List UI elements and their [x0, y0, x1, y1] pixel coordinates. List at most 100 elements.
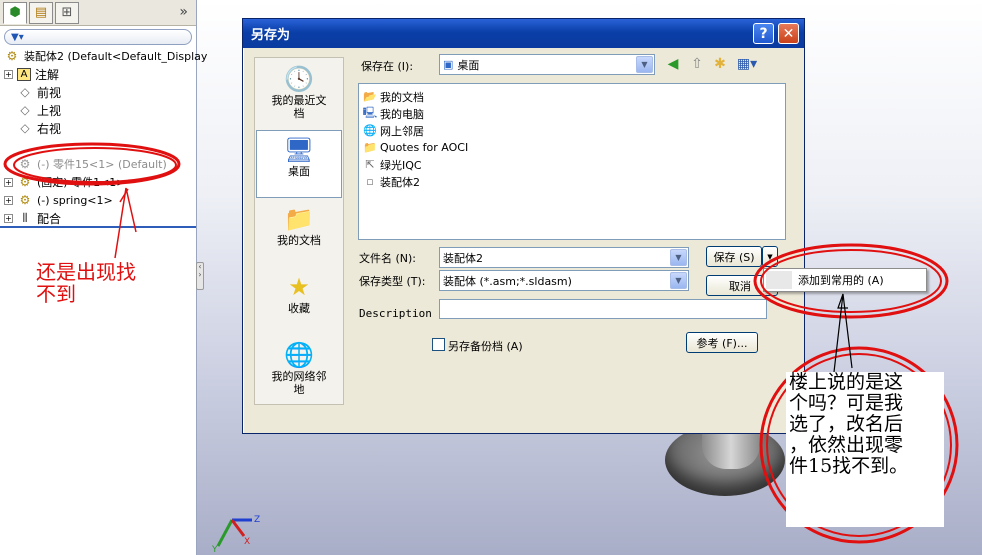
list-item[interactable]: ⇱ 绿光IQC	[362, 156, 782, 173]
tree-item-label: 上视	[37, 103, 62, 118]
rollback-bar[interactable]	[0, 226, 196, 228]
chevron-down-icon[interactable]: ▼	[670, 272, 687, 289]
tree-item-mates[interactable]: + ⫴ 配合	[4, 209, 61, 227]
place-label: 桌面	[288, 165, 310, 178]
browse-button[interactable]: 参考 (F)...	[686, 332, 758, 353]
panel-collapse-grip[interactable]: ‹ ›	[196, 262, 204, 290]
part-icon: ⚙	[19, 175, 31, 189]
svg-text:X: X	[244, 537, 250, 547]
place-recent-documents[interactable]: 🕓 我的最近文档	[256, 64, 342, 126]
tree-item-spring[interactable]: + ⚙ (-) spring<1>	[4, 191, 113, 209]
file-list[interactable]: 📂 我的文档 🖳 我的电脑 🌐 网上邻居 📁 Quotes for AOCI ⇱…	[358, 83, 786, 240]
expand-plus-icon[interactable]: +	[4, 195, 13, 205]
filetype-select[interactable]: 装配体 (*.asm;*.sldasm) ▼	[439, 270, 689, 291]
tree-item-top-plane[interactable]: ◇ 上视	[4, 101, 61, 119]
save-in-value: 桌面	[457, 58, 480, 72]
chevron-down-icon[interactable]: ▼	[670, 249, 687, 266]
description-input[interactable]	[439, 299, 767, 319]
save-in-select[interactable]: ▣ 桌面 ▼	[439, 54, 655, 75]
computer-icon: 🖳	[362, 106, 378, 119]
part-icon: ⚙	[19, 157, 31, 171]
tree-item-label: 注解	[35, 67, 60, 82]
save-in-label: 保存在 (I):	[361, 60, 414, 73]
filetype-value: 装配体 (*.asm;*.sldasm)	[443, 274, 572, 288]
back-icon[interactable]: ◀	[663, 56, 683, 76]
tree-item-annotations[interactable]: + A 注解	[4, 65, 59, 83]
up-folder-icon[interactable]: ⇧	[687, 56, 707, 76]
chevron-down-icon: ▼	[767, 252, 773, 261]
list-item[interactable]: 📂 我的文档	[362, 88, 782, 105]
filetype-label: 保存类型 (T):	[359, 275, 426, 288]
axis-triad-icon: Z X Y	[211, 515, 260, 553]
expand-plus-icon[interactable]: +	[4, 69, 13, 79]
panel-tab-bar: ⬢ ▤ ⊞ »	[0, 0, 196, 26]
help-button[interactable]: ?	[753, 23, 774, 44]
tree-item-label: (固定) 零件1<1>	[37, 176, 126, 189]
file-name: 网上邻居	[380, 124, 424, 138]
place-label: 收藏	[288, 302, 310, 315]
place-network[interactable]: 🌐 我的网络邻地	[256, 340, 342, 402]
places-bar: 🕓 我的最近文档 🖥 桌面 📁 我的文档 ★ 收藏 🌐 我的网络邻地	[254, 57, 344, 405]
file-name: Quotes for AOCI	[380, 141, 469, 154]
list-item[interactable]: 📁 Quotes for AOCI	[362, 139, 782, 156]
tree-item-label: (-) spring<1>	[37, 193, 113, 207]
part-icon: ⚙	[19, 193, 31, 207]
place-my-documents[interactable]: 📁 我的文档	[256, 204, 342, 260]
configuration-manager-icon: ⊞	[61, 5, 73, 20]
property-manager-icon: ▤	[34, 5, 48, 20]
place-favorites[interactable]: ★ 收藏	[256, 272, 342, 328]
expand-chevron-icon[interactable]: »	[179, 4, 188, 20]
annotation-note-right: 楼上说的是这 个吗？可是我 选了，改名后 ，依然出现零 件15找不到。	[786, 372, 944, 527]
network-places-icon: 🌐	[284, 341, 314, 369]
file-name: 装配体2	[380, 175, 420, 189]
property-manager-tab[interactable]: ▤	[29, 1, 53, 24]
dialog-titlebar[interactable]: 另存为 ? ✕	[243, 19, 804, 48]
close-button[interactable]: ✕	[778, 23, 799, 44]
plane-icon: ◇	[20, 121, 30, 135]
description-label: Description	[359, 307, 432, 320]
tree-filter-input[interactable]: ▼▾	[4, 29, 192, 45]
save-button[interactable]: 保存 (S)	[706, 246, 762, 267]
my-documents-icon: 📁	[284, 205, 314, 233]
network-icon: 🌐	[363, 124, 377, 137]
feature-manager-tab[interactable]: ⬢	[3, 1, 27, 24]
tree-item-label: 右视	[37, 121, 62, 136]
backup-checkbox[interactable]	[432, 338, 445, 351]
folder-icon: 📂	[363, 90, 377, 103]
place-label: 我的最近文档	[271, 94, 327, 120]
dialog-title: 另存为	[251, 28, 291, 43]
expand-plus-icon[interactable]: +	[4, 177, 13, 187]
place-desktop[interactable]: 🖥 桌面	[256, 130, 342, 198]
place-label: 我的网络邻地	[271, 370, 327, 396]
tree-item-part15[interactable]: ⚙ (-) 零件15<1> (Default)	[4, 155, 167, 173]
save-options-button[interactable]: ▼	[762, 246, 778, 267]
tree-item-assembly[interactable]: ⚙ 装配体2 (Default<Default_Display	[4, 47, 208, 65]
filename-input[interactable]: 装配体2 ▼	[439, 247, 689, 268]
shortcut-icon: ⇱	[365, 158, 375, 171]
filename-value: 装配体2	[443, 251, 483, 265]
list-item[interactable]: 🖳 我的电脑	[362, 105, 782, 122]
annotation-note-left: 还是出现找 不到	[33, 259, 158, 321]
tree-item-part1[interactable]: + ⚙ (固定) 零件1<1>	[4, 173, 126, 191]
chevron-down-icon[interactable]: ▼	[636, 56, 653, 73]
tree-item-label: 前视	[37, 85, 62, 100]
annotation-icon: A	[17, 67, 31, 81]
list-item[interactable]: 🌐 网上邻居	[362, 122, 782, 139]
view-menu-icon[interactable]: ▦▾	[734, 56, 760, 76]
menu-item-add-to-favorites[interactable]: 添加到常用的 (A)	[798, 272, 884, 288]
tree-item-right-plane[interactable]: ◇ 右视	[4, 119, 61, 137]
save-as-dialog: 另存为 ? ✕ 🕓 我的最近文档 🖥 桌面 📁 我的文档 ★ 收藏 🌐 我的网络…	[242, 18, 805, 434]
svg-text:Z: Z	[254, 515, 260, 525]
expand-plus-icon[interactable]: +	[4, 213, 13, 223]
place-label: 我的文档	[277, 234, 321, 247]
list-item[interactable]: ▫ 装配体2	[362, 173, 782, 190]
assembly-file-icon: ▫	[366, 175, 374, 188]
tree-item-label: (-) 零件15<1> (Default)	[37, 158, 167, 171]
new-folder-icon[interactable]: ✱	[710, 56, 730, 76]
tree-item-front-plane[interactable]: ◇ 前视	[4, 83, 61, 101]
recent-documents-icon: 🕓	[284, 65, 314, 93]
desktop-icon: 🖥	[283, 136, 315, 164]
filename-label: 文件名 (N):	[359, 252, 417, 265]
configuration-manager-tab[interactable]: ⊞	[55, 1, 79, 24]
file-name: 我的电脑	[380, 107, 424, 121]
